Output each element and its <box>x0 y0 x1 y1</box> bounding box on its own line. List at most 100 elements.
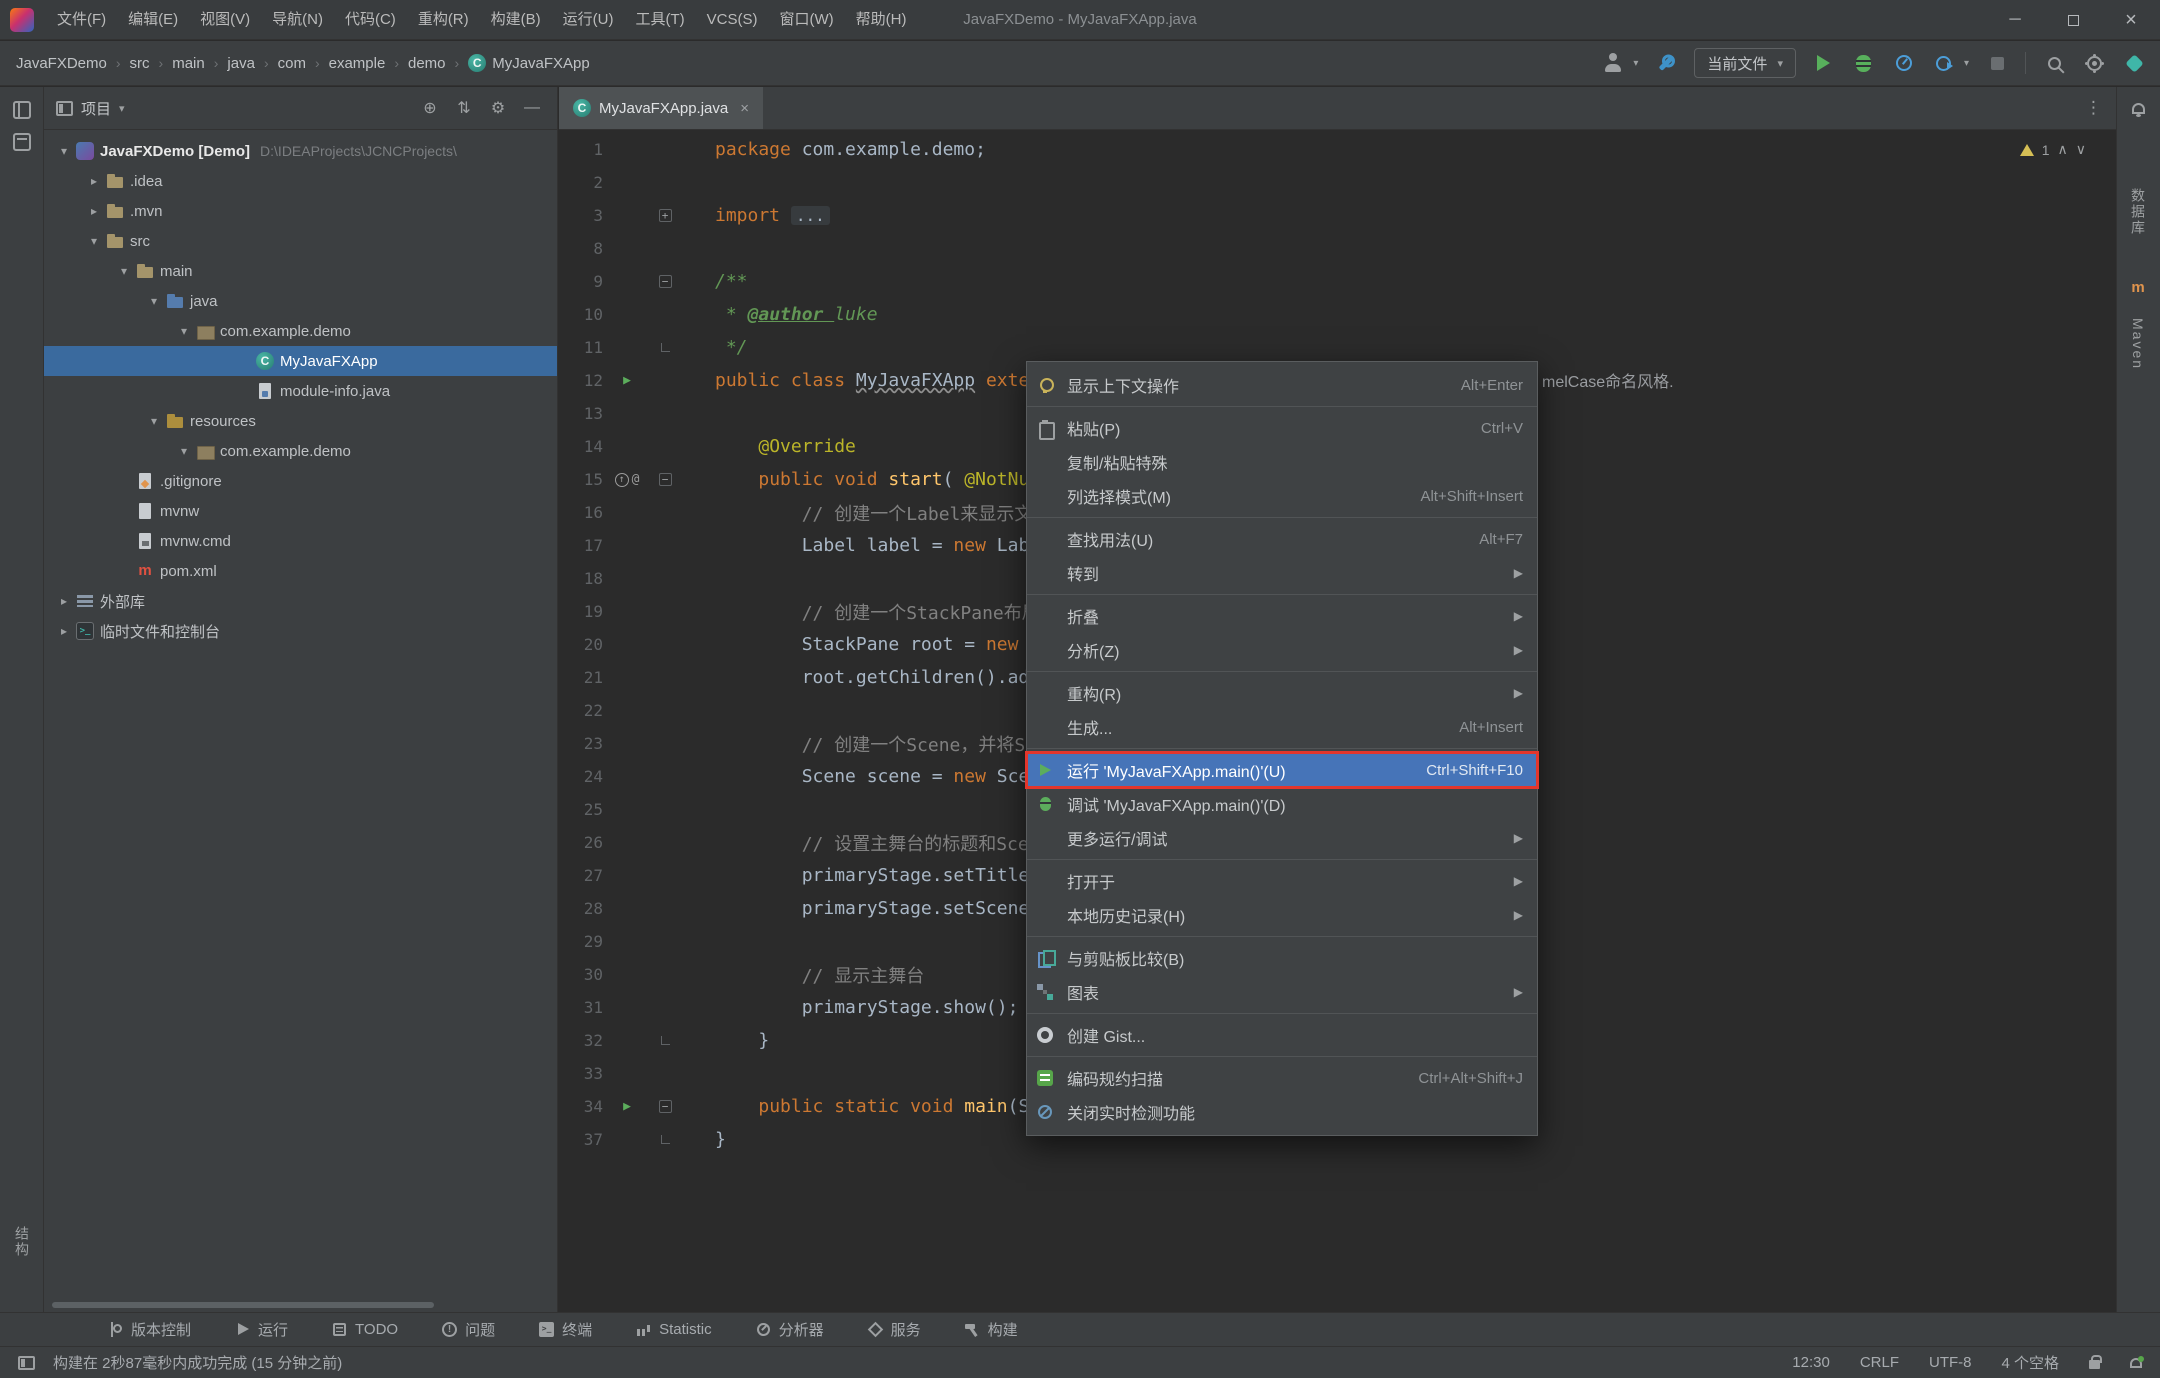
breadcrumb-item[interactable]: java <box>225 55 257 72</box>
breadcrumb-item[interactable]: MyJavaFXApp <box>490 55 592 72</box>
menubar-item[interactable]: 文件(F) <box>46 0 117 40</box>
menu-item[interactable]: 本地历史记录(H)▶ <box>1027 898 1537 932</box>
fold-marker[interactable] <box>651 1135 679 1144</box>
menu-item[interactable]: 列选择模式(M)Alt+Shift+Insert <box>1027 479 1537 513</box>
fold-plus-icon[interactable]: + <box>659 209 672 222</box>
tree-item[interactable]: ▾java <box>44 286 557 316</box>
menu-item[interactable]: 与剪贴板比较(B) <box>1027 941 1537 975</box>
tab-myjavafxapp[interactable]: MyJavaFXApp.java × <box>559 87 763 129</box>
menubar-item[interactable]: 代码(C) <box>334 0 407 40</box>
chevron-down-icon[interactable]: ▾ <box>142 414 166 428</box>
tree-item[interactable]: ▾main <box>44 256 557 286</box>
locate-file-button[interactable]: ⊕ <box>417 98 443 118</box>
menu-item[interactable]: 图表▶ <box>1027 975 1537 1009</box>
fold-marker[interactable] <box>651 343 679 352</box>
toolbox-icon[interactable] <box>1654 51 1678 75</box>
inspections-widget[interactable]: 1 ∧ ∨ <box>2020 141 2086 158</box>
tree-item[interactable]: ▾resources <box>44 406 557 436</box>
tree-item[interactable]: ▾JavaFXDemo [Demo]D:\IDEAProjects\JCNCPr… <box>44 136 557 166</box>
tree-item[interactable]: mvnw <box>44 496 557 526</box>
chevron-down-icon[interactable]: ▾ <box>112 264 136 278</box>
chevron-down-icon[interactable]: ▾ <box>119 102 125 115</box>
menu-item[interactable]: 分析(Z)▶ <box>1027 633 1537 667</box>
tab-options-icon[interactable]: ⋮ <box>2085 98 2116 118</box>
run-gutter-icon[interactable]: ▶ <box>623 373 631 388</box>
chevron-right-icon[interactable]: ▸ <box>82 204 106 218</box>
line-ending[interactable]: CRLF <box>1860 1354 1899 1371</box>
fold-end-icon[interactable] <box>661 1135 670 1144</box>
tree-item[interactable]: ▸外部库 <box>44 586 557 616</box>
breadcrumb-item[interactable]: com <box>276 55 308 72</box>
code-line[interactable]: 9−/** <box>559 265 2116 298</box>
toolbar-button[interactable]: 终端 <box>539 1319 592 1340</box>
tree-item[interactable]: ▸.idea <box>44 166 557 196</box>
run-gutter-icon[interactable]: ▶ <box>623 1099 631 1114</box>
fold-marker[interactable]: − <box>651 473 679 486</box>
readonly-lock-icon[interactable] <box>2089 1360 2100 1369</box>
rerun-coverage-button[interactable] <box>1932 51 1956 75</box>
menu-item[interactable]: 关闭实时检测功能 <box>1027 1095 1537 1129</box>
notifications-icon[interactable] <box>2130 1358 2142 1368</box>
tree-item[interactable]: ▾src <box>44 226 557 256</box>
project-panel-title[interactable]: 项目 <box>81 98 111 119</box>
fold-marker[interactable]: − <box>651 1100 679 1113</box>
toolbar-button[interactable]: 问题 <box>442 1319 495 1340</box>
chevron-down-icon[interactable]: ▾ <box>172 444 196 458</box>
maximize-button[interactable] <box>2044 0 2102 40</box>
chevron-right-icon[interactable]: ▸ <box>82 174 106 188</box>
toolbar-button[interactable]: 服务 <box>868 1319 921 1340</box>
toolbar-button[interactable]: 构建 <box>965 1319 1018 1340</box>
fold-marker[interactable] <box>651 1036 679 1045</box>
toolbar-button[interactable]: 分析器 <box>756 1319 824 1340</box>
menu-item[interactable]: 折叠▶ <box>1027 599 1537 633</box>
code-line[interactable]: 3+import ... <box>559 199 2116 232</box>
menu-item[interactable]: 重构(R)▶ <box>1027 676 1537 710</box>
tree-item[interactable]: mvnw.cmd <box>44 526 557 556</box>
settings-gear-icon[interactable] <box>2082 51 2106 75</box>
fold-marker[interactable]: + <box>651 209 679 222</box>
menu-item[interactable]: 转到▶ <box>1027 556 1537 590</box>
menu-item[interactable]: 创建 Gist... <box>1027 1018 1537 1052</box>
structure-tool-button[interactable]: 结构 <box>0 1202 44 1282</box>
plugin-icon[interactable] <box>2122 51 2146 75</box>
run-button[interactable] <box>1812 51 1836 75</box>
menubar-item[interactable]: 帮助(H) <box>845 0 918 40</box>
breadcrumb-item[interactable]: src <box>128 55 152 72</box>
tree-item[interactable]: .gitignore <box>44 466 557 496</box>
code-line[interactable]: 10 * @author luke <box>559 298 2116 331</box>
close-tab-icon[interactable]: × <box>740 100 749 117</box>
menu-item[interactable]: 调试 'MyJavaFXApp.main()'(D) <box>1027 787 1537 821</box>
minimize-button[interactable]: ─ <box>1986 0 2044 40</box>
menu-item[interactable]: 更多运行/调试▶ <box>1027 821 1537 855</box>
run-config-dropdown[interactable]: 当前文件 ▾ <box>1694 48 1796 78</box>
breadcrumb-item[interactable]: demo <box>406 55 448 72</box>
tree-item[interactable]: ▾com.example.demo <box>44 436 557 466</box>
debug-button[interactable] <box>1852 51 1876 75</box>
menubar-item[interactable]: 导航(N) <box>261 0 334 40</box>
menubar-item[interactable]: 窗口(W) <box>768 0 844 40</box>
chevron-down-icon[interactable]: ▾ <box>172 324 196 338</box>
maven-tool-button[interactable]: Maven <box>2116 299 2160 389</box>
fold-end-icon[interactable] <box>661 1036 670 1045</box>
tool-window-switcher-icon[interactable] <box>18 1356 35 1370</box>
file-encoding[interactable]: UTF-8 <box>1929 1354 1972 1371</box>
menu-item[interactable]: 编码规约扫描Ctrl+Alt+Shift+J <box>1027 1061 1537 1095</box>
chevron-right-icon[interactable]: ▸ <box>52 624 76 638</box>
breadcrumb-item[interactable]: example <box>327 55 388 72</box>
chevron-down-icon[interactable]: ▾ <box>142 294 166 308</box>
commit-tool-icon[interactable] <box>13 133 31 151</box>
fold-marker[interactable]: − <box>651 275 679 288</box>
horizontal-scrollbar[interactable] <box>52 1302 434 1308</box>
tree-item[interactable]: ▾com.example.demo <box>44 316 557 346</box>
tree-item[interactable]: ▸临时文件和控制台 <box>44 616 557 646</box>
menu-item[interactable]: 显示上下文操作Alt+Enter <box>1027 368 1537 402</box>
next-issue-icon[interactable]: ∨ <box>2076 141 2086 158</box>
menu-item[interactable]: 生成...Alt+Insert <box>1027 710 1537 744</box>
chevron-right-icon[interactable]: ▸ <box>52 594 76 608</box>
user-account-icon[interactable] <box>1601 51 1625 75</box>
tree-item[interactable]: module-info.java <box>44 376 557 406</box>
chevron-down-icon[interactable]: ▾ <box>52 144 76 158</box>
search-icon[interactable] <box>2042 51 2066 75</box>
menubar-item[interactable]: 构建(B) <box>480 0 552 40</box>
tree-item[interactable]: MyJavaFXApp <box>44 346 557 376</box>
